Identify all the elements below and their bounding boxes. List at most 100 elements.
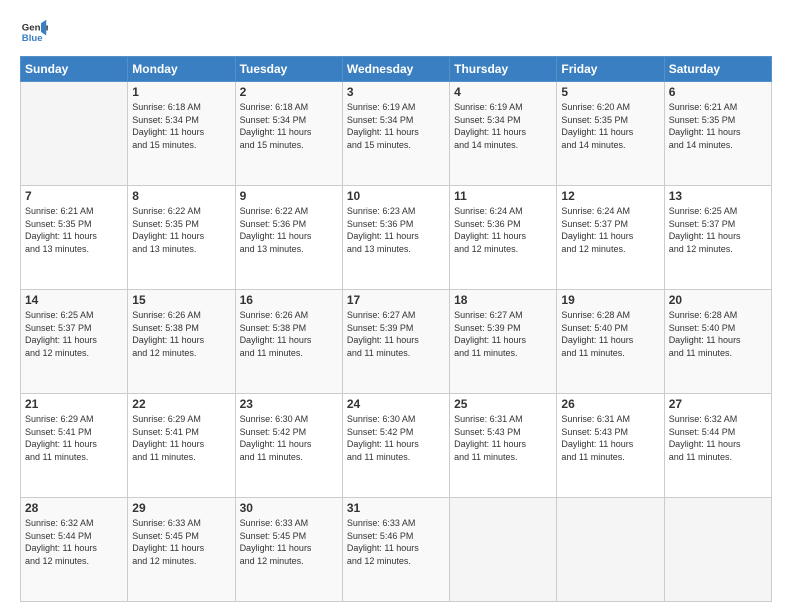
calendar-cell: 3 Sunrise: 6:19 AM Sunset: 5:34 PM Daylig… bbox=[342, 82, 449, 186]
day-number: 23 bbox=[240, 397, 338, 411]
calendar-cell: 1 Sunrise: 6:18 AM Sunset: 5:34 PM Daylig… bbox=[128, 82, 235, 186]
calendar-cell: 15Sunrise: 6:26 AM Sunset: 5:38 PM Dayli… bbox=[128, 290, 235, 394]
day-info: Sunrise: 6:33 AM Sunset: 5:45 PM Dayligh… bbox=[240, 517, 338, 567]
day-info: Sunrise: 6:29 AM Sunset: 5:41 PM Dayligh… bbox=[132, 413, 230, 463]
day-info: Sunrise: 6:21 AM Sunset: 5:35 PM Dayligh… bbox=[25, 205, 123, 255]
day-number: 22 bbox=[132, 397, 230, 411]
day-info: Sunrise: 6:25 AM Sunset: 5:37 PM Dayligh… bbox=[25, 309, 123, 359]
calendar-cell: 30 Sunrise: 6:33 AM Sunset: 5:45 PM Dayli… bbox=[235, 498, 342, 602]
week-row-3: 14 Sunrise: 6:25 AM Sunset: 5:37 PM Dayli… bbox=[21, 290, 772, 394]
logo-icon: General Blue bbox=[20, 18, 48, 46]
week-row-4: 21 Sunrise: 6:29 AM Sunset: 5:41 PM Dayli… bbox=[21, 394, 772, 498]
calendar-cell: 18 Sunrise: 6:27 AM Sunset: 5:39 PM Dayli… bbox=[450, 290, 557, 394]
day-number: 18 bbox=[454, 293, 552, 307]
calendar-cell: 25Sunrise: 6:31 AM Sunset: 5:43 PM Dayli… bbox=[450, 394, 557, 498]
calendar-cell: 21Sunrise: 6:29 AM Sunset: 5:41 PM Dayli… bbox=[21, 394, 128, 498]
day-info: Sunrise: 6:33 AM Sunset: 5:46 PM Dayligh… bbox=[347, 517, 445, 567]
day-info: Sunrise: 6:32 AM Sunset: 5:44 PM Dayligh… bbox=[669, 413, 767, 463]
weekday-header-friday: Friday bbox=[557, 57, 664, 82]
calendar-cell bbox=[557, 498, 664, 602]
day-info: Sunrise: 6:22 AM Sunset: 5:35 PM Dayligh… bbox=[132, 205, 230, 255]
day-info: Sunrise: 6:21 AM Sunset: 5:35 PM Dayligh… bbox=[669, 101, 767, 151]
logo: General Blue bbox=[20, 18, 48, 46]
weekday-header-thursday: Thursday bbox=[450, 57, 557, 82]
day-number: 30 bbox=[240, 501, 338, 515]
day-number: 31 bbox=[347, 501, 445, 515]
day-number: 15 bbox=[132, 293, 230, 307]
calendar-cell: 16 Sunrise: 6:26 AM Sunset: 5:38 PM Dayli… bbox=[235, 290, 342, 394]
header: General Blue bbox=[20, 18, 772, 46]
calendar-cell bbox=[21, 82, 128, 186]
svg-text:Blue: Blue bbox=[22, 33, 43, 44]
day-number: 28 bbox=[25, 501, 123, 515]
calendar-cell: 23 Sunrise: 6:30 AM Sunset: 5:42 PM Dayli… bbox=[235, 394, 342, 498]
day-info: Sunrise: 6:32 AM Sunset: 5:44 PM Dayligh… bbox=[25, 517, 123, 567]
day-info: Sunrise: 6:22 AM Sunset: 5:36 PM Dayligh… bbox=[240, 205, 338, 255]
day-info: Sunrise: 6:25 AM Sunset: 5:37 PM Dayligh… bbox=[669, 205, 767, 255]
calendar-cell: 27 Sunrise: 6:32 AM Sunset: 5:44 PM Dayli… bbox=[664, 394, 771, 498]
week-row-2: 7 Sunrise: 6:21 AM Sunset: 5:35 PM Daylig… bbox=[21, 186, 772, 290]
day-info: Sunrise: 6:24 AM Sunset: 5:37 PM Dayligh… bbox=[561, 205, 659, 255]
day-info: Sunrise: 6:24 AM Sunset: 5:36 PM Dayligh… bbox=[454, 205, 552, 255]
day-number: 27 bbox=[669, 397, 767, 411]
calendar-cell: 12 Sunrise: 6:24 AM Sunset: 5:37 PM Dayli… bbox=[557, 186, 664, 290]
day-info: Sunrise: 6:23 AM Sunset: 5:36 PM Dayligh… bbox=[347, 205, 445, 255]
day-info: Sunrise: 6:18 AM Sunset: 5:34 PM Dayligh… bbox=[240, 101, 338, 151]
calendar-cell: 31 Sunrise: 6:33 AM Sunset: 5:46 PM Dayli… bbox=[342, 498, 449, 602]
day-number: 5 bbox=[561, 85, 659, 99]
week-row-5: 28 Sunrise: 6:32 AM Sunset: 5:44 PM Dayli… bbox=[21, 498, 772, 602]
day-number: 7 bbox=[25, 189, 123, 203]
day-number: 24 bbox=[347, 397, 445, 411]
calendar-cell: 29 Sunrise: 6:33 AM Sunset: 5:45 PM Dayli… bbox=[128, 498, 235, 602]
day-info: Sunrise: 6:33 AM Sunset: 5:45 PM Dayligh… bbox=[132, 517, 230, 567]
day-number: 9 bbox=[240, 189, 338, 203]
calendar-cell: 19Sunrise: 6:28 AM Sunset: 5:40 PM Dayli… bbox=[557, 290, 664, 394]
day-number: 20 bbox=[669, 293, 767, 307]
calendar-cell: 10 Sunrise: 6:23 AM Sunset: 5:36 PM Dayli… bbox=[342, 186, 449, 290]
day-number: 29 bbox=[132, 501, 230, 515]
calendar-cell: 7 Sunrise: 6:21 AM Sunset: 5:35 PM Daylig… bbox=[21, 186, 128, 290]
weekday-header-row: SundayMondayTuesdayWednesdayThursdayFrid… bbox=[21, 57, 772, 82]
calendar-cell: 24 Sunrise: 6:30 AM Sunset: 5:42 PM Dayli… bbox=[342, 394, 449, 498]
calendar-cell: 20 Sunrise: 6:28 AM Sunset: 5:40 PM Dayli… bbox=[664, 290, 771, 394]
weekday-header-monday: Monday bbox=[128, 57, 235, 82]
weekday-header-wednesday: Wednesday bbox=[342, 57, 449, 82]
day-number: 4 bbox=[454, 85, 552, 99]
day-number: 16 bbox=[240, 293, 338, 307]
day-number: 12 bbox=[561, 189, 659, 203]
day-number: 2 bbox=[240, 85, 338, 99]
weekday-header-tuesday: Tuesday bbox=[235, 57, 342, 82]
day-info: Sunrise: 6:19 AM Sunset: 5:34 PM Dayligh… bbox=[454, 101, 552, 151]
day-info: Sunrise: 6:18 AM Sunset: 5:34 PM Dayligh… bbox=[132, 101, 230, 151]
week-row-1: 1 Sunrise: 6:18 AM Sunset: 5:34 PM Daylig… bbox=[21, 82, 772, 186]
calendar-cell bbox=[450, 498, 557, 602]
calendar-cell: 8Sunrise: 6:22 AM Sunset: 5:35 PM Daylig… bbox=[128, 186, 235, 290]
calendar-cell: 4 Sunrise: 6:19 AM Sunset: 5:34 PM Daylig… bbox=[450, 82, 557, 186]
day-info: Sunrise: 6:28 AM Sunset: 5:40 PM Dayligh… bbox=[669, 309, 767, 359]
day-number: 21 bbox=[25, 397, 123, 411]
calendar-table: SundayMondayTuesdayWednesdayThursdayFrid… bbox=[20, 56, 772, 602]
day-number: 6 bbox=[669, 85, 767, 99]
day-info: Sunrise: 6:30 AM Sunset: 5:42 PM Dayligh… bbox=[347, 413, 445, 463]
calendar-cell: 13Sunrise: 6:25 AM Sunset: 5:37 PM Dayli… bbox=[664, 186, 771, 290]
calendar-cell: 5Sunrise: 6:20 AM Sunset: 5:35 PM Daylig… bbox=[557, 82, 664, 186]
day-number: 1 bbox=[132, 85, 230, 99]
day-number: 26 bbox=[561, 397, 659, 411]
calendar-cell: 22 Sunrise: 6:29 AM Sunset: 5:41 PM Dayli… bbox=[128, 394, 235, 498]
calendar-cell: 17Sunrise: 6:27 AM Sunset: 5:39 PM Dayli… bbox=[342, 290, 449, 394]
day-info: Sunrise: 6:19 AM Sunset: 5:34 PM Dayligh… bbox=[347, 101, 445, 151]
day-number: 3 bbox=[347, 85, 445, 99]
day-number: 14 bbox=[25, 293, 123, 307]
day-info: Sunrise: 6:26 AM Sunset: 5:38 PM Dayligh… bbox=[240, 309, 338, 359]
calendar-cell: 26 Sunrise: 6:31 AM Sunset: 5:43 PM Dayli… bbox=[557, 394, 664, 498]
page: General Blue SundayMondayTuesdayWednesda… bbox=[0, 0, 792, 612]
day-info: Sunrise: 6:27 AM Sunset: 5:39 PM Dayligh… bbox=[454, 309, 552, 359]
calendar-cell: 9 Sunrise: 6:22 AM Sunset: 5:36 PM Daylig… bbox=[235, 186, 342, 290]
day-info: Sunrise: 6:31 AM Sunset: 5:43 PM Dayligh… bbox=[561, 413, 659, 463]
calendar-cell: 2 Sunrise: 6:18 AM Sunset: 5:34 PM Daylig… bbox=[235, 82, 342, 186]
weekday-header-saturday: Saturday bbox=[664, 57, 771, 82]
calendar-cell: 6 Sunrise: 6:21 AM Sunset: 5:35 PM Daylig… bbox=[664, 82, 771, 186]
day-info: Sunrise: 6:28 AM Sunset: 5:40 PM Dayligh… bbox=[561, 309, 659, 359]
day-number: 10 bbox=[347, 189, 445, 203]
day-info: Sunrise: 6:30 AM Sunset: 5:42 PM Dayligh… bbox=[240, 413, 338, 463]
